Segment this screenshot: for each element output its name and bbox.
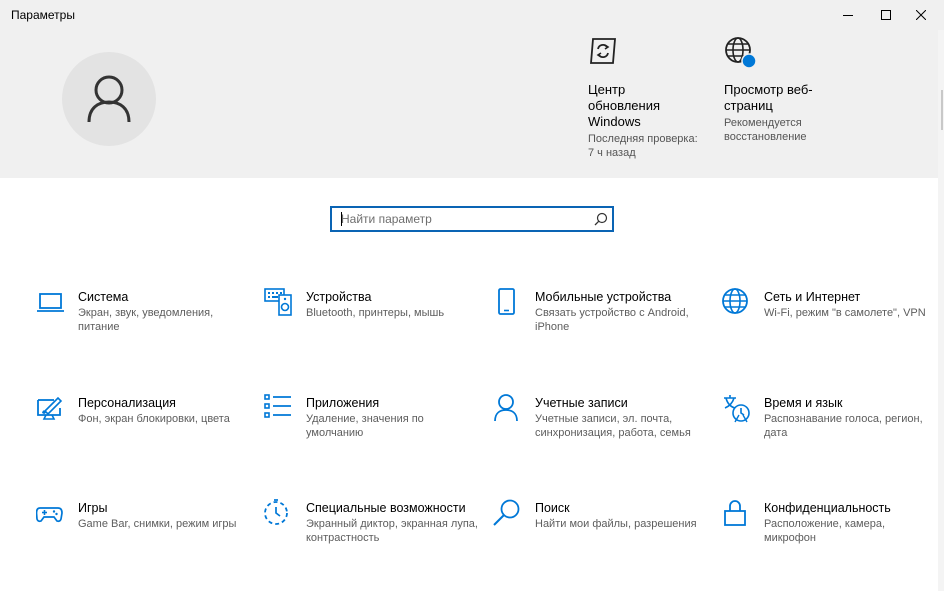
category-description: Учетные записи, эл. почта, синхронизация… <box>535 413 691 439</box>
category-description: Game Bar, снимки, режим игры <box>78 518 237 530</box>
time-language-icon <box>724 395 750 423</box>
category-description: Удаление, значения по умолчанию <box>306 413 424 439</box>
category-title: Устройства <box>306 290 372 304</box>
category-title: Поиск <box>535 501 570 515</box>
category-title: Мобильные устройства <box>535 290 672 304</box>
category-title: Система <box>78 290 129 304</box>
category-description: Bluetooth, принтеры, мышь <box>306 307 445 319</box>
tile-subtitle: Рекомендуется восстановление <box>724 117 807 143</box>
apps-list-icon <box>264 394 291 418</box>
window-title: Параметры <box>11 8 75 22</box>
category-title: Приложения <box>306 396 380 410</box>
tile-title: Центр обновления Windows <box>588 82 660 129</box>
category-description: Экран, звук, уведомления, питание <box>78 307 214 333</box>
search-input[interactable] <box>332 208 582 230</box>
text-caret <box>341 212 342 226</box>
tile-subtitle: Последняя проверка: 7 ч назад <box>588 133 698 159</box>
globe-badge-icon <box>724 36 757 69</box>
category-description: Связать устройство с Android, iPhone <box>535 307 689 333</box>
keyboard-speaker-icon <box>264 288 292 316</box>
category-title: Специальные возможности <box>306 501 466 515</box>
tile-windows-update[interactable]: Центр обновления Windows Последняя прове… <box>588 36 698 160</box>
minimize-icon <box>843 15 853 16</box>
search-box[interactable] <box>330 206 614 232</box>
close-button[interactable] <box>898 0 944 30</box>
category-title: Игры <box>78 501 108 515</box>
globe-icon <box>722 288 748 314</box>
search-icon[interactable] <box>594 212 608 226</box>
maximize-icon <box>881 10 891 20</box>
category-description: Расположение, камера, микрофон <box>764 518 886 544</box>
laptop-icon <box>37 293 64 312</box>
category-title: Конфиденциальность <box>764 501 891 515</box>
windows-update-icon <box>588 36 620 68</box>
category-title: Персонализация <box>78 396 176 410</box>
lock-icon <box>724 500 746 526</box>
avatar[interactable] <box>62 52 156 146</box>
tile-web-browsing[interactable]: Просмотр веб-страниц Рекомендуется восст… <box>724 36 834 144</box>
paint-monitor-icon <box>37 396 63 420</box>
category-description: Найти мои файлы, разрешения <box>535 518 697 530</box>
title-bar: Параметры <box>0 0 944 30</box>
search-icon <box>493 499 520 526</box>
phone-icon <box>498 288 515 315</box>
category-title: Время и язык <box>764 396 843 410</box>
accessibility-timer-icon <box>264 499 288 525</box>
category-description: Wi-Fi, режим "в самолете", VPN <box>764 307 926 319</box>
tile-title: Просмотр веб-страниц <box>724 82 813 113</box>
category-description: Распознавание голоса, регион, дата <box>764 413 923 439</box>
scrollbar-thumb[interactable] <box>941 90 943 130</box>
category-title: Сеть и Интернет <box>764 290 861 304</box>
person-icon <box>494 394 518 422</box>
user-avatar-icon <box>87 75 131 123</box>
category-title: Учетные записи <box>535 396 628 410</box>
close-icon <box>916 10 926 20</box>
account-header: Центр обновления Windows Последняя прове… <box>0 30 944 178</box>
category-description: Экранный диктор, экранная лупа, контраст… <box>306 518 478 544</box>
gamepad-icon <box>36 507 63 523</box>
category-description: Фон, экран блокировки, цвета <box>78 413 230 425</box>
